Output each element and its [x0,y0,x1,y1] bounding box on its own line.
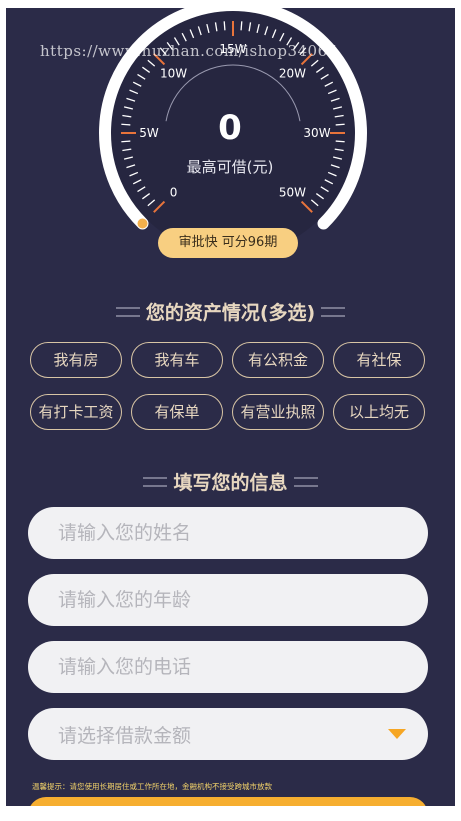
watermark-url: https://www.huzhan.com/ishop34065 [40,42,338,60]
amount-select[interactable]: 请选择借款金额 [28,708,428,760]
asset-option-none[interactable]: 以上均无 [333,394,425,430]
gauge-minor-tick [335,123,345,126]
title-decoration-right [321,306,346,317]
asset-option-housing-fund[interactable]: 有公积金 [232,342,324,378]
gauge-scale-label: 5W [139,126,159,140]
phone-input[interactable] [28,641,428,693]
gauge-scale-label: 50W [279,185,306,199]
gauge-scale-label: 10W [160,67,187,81]
asset-option-car[interactable]: 我有车 [131,342,223,378]
amount-select-placeholder: 请选择借款金额 [58,724,192,747]
assets-section-title: 您的资产情况(多选) [6,298,455,325]
asset-option-social-security[interactable]: 有社保 [333,342,425,378]
asset-option-business-license[interactable]: 有营业执照 [232,394,324,430]
assets-title-text: 您的资产情况(多选) [145,302,316,324]
title-decoration-left [143,476,168,487]
gauge-minor-tick [335,140,345,143]
approval-badge: 审批快 可分96期 [158,228,298,258]
gauge-minor-tick [240,21,243,31]
gauge-scale-label: 20W [279,67,306,81]
gauge-scale-label: 30W [303,126,330,140]
app-screen: 0 5W 10W 15W 20W 30W 50W 0 最高可借(元) https://www… [6,8,455,806]
submit-button[interactable] [28,797,428,806]
asset-option-insurance[interactable]: 有保单 [131,394,223,430]
asset-option-salary[interactable]: 有打卡工资 [30,394,122,430]
info-section-title: 填写您的信息 [6,468,455,495]
name-input[interactable] [28,507,428,559]
gauge-minor-tick [121,123,131,126]
gauge-value: 0 [218,108,242,148]
title-decoration-left [115,306,140,317]
age-input[interactable] [28,574,428,626]
title-decoration-right [293,476,318,487]
dropdown-caret-icon [388,729,406,739]
gauge-minor-tick [223,21,226,31]
asset-option-house[interactable]: 我有房 [30,342,122,378]
warm-tip: 温馨提示：请您使用长期居住或工作所在地，金融机构不接受跨城市放款 [32,782,272,791]
gauge-start-marker [137,218,148,229]
gauge-caption: 最高可借(元) [186,158,274,176]
gauge-scale-label: 0 [170,185,178,199]
gauge-minor-tick [121,140,131,143]
info-title-text: 填写您的信息 [173,472,288,494]
